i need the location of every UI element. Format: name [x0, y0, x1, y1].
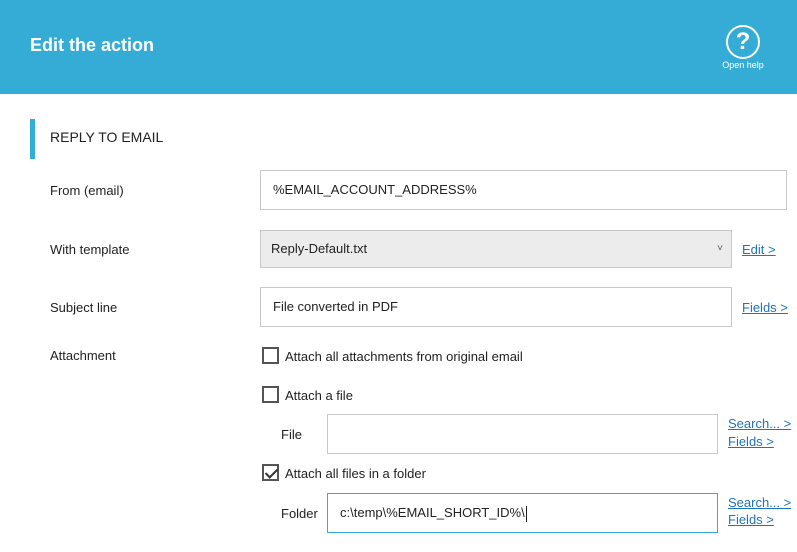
template-label: With template [50, 242, 130, 257]
folder-input-value: c:\temp\%EMAIL_SHORT_ID%\ [340, 505, 525, 520]
open-help-label: Open help [722, 60, 764, 70]
folder-search-link[interactable]: Search... > [728, 495, 791, 510]
folder-label: Folder [281, 506, 318, 521]
folder-fields-link[interactable]: Fields > [728, 512, 774, 527]
attach-folder-label[interactable]: Attach all files in a folder [285, 466, 426, 481]
open-help-button[interactable]: ? Open help [718, 25, 768, 70]
subject-fields-link[interactable]: Fields > [742, 300, 788, 315]
help-icon: ? [726, 25, 760, 59]
attach-folder-checkbox[interactable] [262, 464, 279, 481]
attachment-label: Attachment [50, 348, 116, 363]
section-title: REPLY TO EMAIL [50, 129, 164, 145]
file-input[interactable] [327, 414, 718, 454]
file-label: File [281, 427, 302, 442]
file-fields-link[interactable]: Fields > [728, 434, 774, 449]
section-accent-bar [30, 119, 35, 159]
subject-input[interactable]: File converted in PDF [260, 287, 732, 327]
attach-file-checkbox[interactable] [262, 386, 279, 403]
file-search-link[interactable]: Search... > [728, 416, 791, 431]
from-email-input[interactable]: %EMAIL_ACCOUNT_ADDRESS% [260, 170, 787, 210]
template-select[interactable]: Reply-Default.txt ˅ [260, 230, 732, 268]
text-cursor [525, 505, 527, 522]
attach-original-checkbox[interactable] [262, 347, 279, 364]
template-select-value: Reply-Default.txt [271, 241, 368, 256]
attach-file-label[interactable]: Attach a file [285, 388, 353, 403]
template-edit-link[interactable]: Edit > [742, 242, 776, 257]
from-label: From (email) [50, 183, 124, 198]
chevron-down-icon: ˅ [717, 243, 723, 254]
folder-input[interactable]: c:\temp\%EMAIL_SHORT_ID%\ [327, 493, 718, 533]
attach-original-label[interactable]: Attach all attachments from original ema… [285, 349, 523, 364]
header-bar: Edit the action ? Open help [0, 0, 797, 94]
dialog-title: Edit the action [30, 35, 155, 55]
subject-label: Subject line [50, 300, 118, 315]
